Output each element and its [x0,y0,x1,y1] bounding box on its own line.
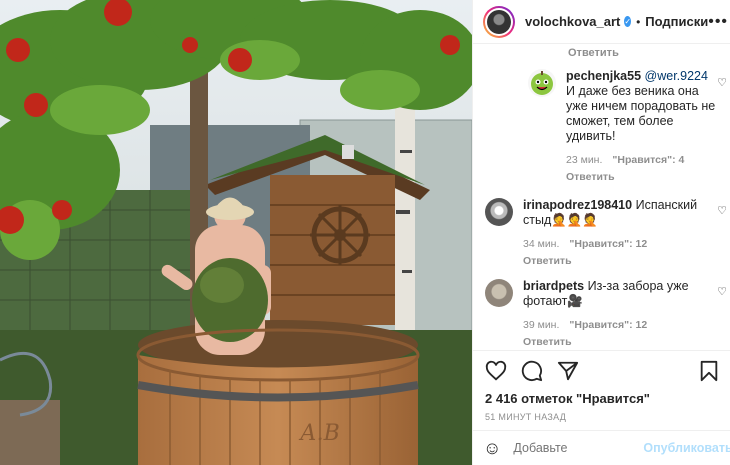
like-comment-heart-icon[interactable]: ♡ [717,204,727,217]
comment-item: pechenjka55 @wer.9224 И даже без веника … [528,69,718,185]
comment-username[interactable]: pechenjka55 [566,69,641,83]
following-button[interactable]: Подписки [645,14,708,29]
tub-inscription: А.В [298,421,340,446]
likes-count[interactable]: 2 416 отметок "Нравится" [485,391,719,406]
comment-text: И даже без веника она уже ничем порадова… [566,84,716,143]
post-photo[interactable]: А.В [0,0,472,465]
like-comment-heart-icon[interactable]: ♡ [717,76,727,89]
comments-list: Ответить pechenjka55 @wer.9224 И даже бе… [473,44,730,350]
comment-mention[interactable]: @wer.9224 [645,69,708,83]
verified-badge-icon: ✓ [624,16,632,27]
author-avatar[interactable] [483,5,515,38]
comment-input[interactable] [513,441,644,455]
share-send-icon[interactable] [557,360,579,382]
reply-button[interactable]: Ответить [568,47,619,59]
post-sidebar: volochkova_art ✓ • Подписки ••• Ответить… [472,0,730,465]
emoji-picker-icon[interactable]: ☺ [483,438,501,459]
like-comment-heart-icon[interactable]: ♡ [717,285,727,298]
reply-button[interactable]: Ответить [523,254,715,269]
comment-avatar[interactable] [485,198,513,226]
comment-avatar[interactable] [485,279,513,307]
comment-likes[interactable]: "Нравится": 4 [612,154,684,166]
post-timestamp[interactable]: 51 МИНУТ НАЗАД [485,412,719,422]
reply-button[interactable]: Ответить [566,170,718,185]
more-options-icon[interactable]: ••• [708,13,728,31]
comment-composer: ☺ Опубликовать [473,430,730,465]
post-header: volochkova_art ✓ • Подписки ••• [473,0,730,44]
comment-likes[interactable]: "Нравится": 12 [569,238,647,250]
apple-icon [531,71,553,95]
comment-likes[interactable]: "Нравится": 12 [569,319,647,331]
comment-username[interactable]: briardpets [523,279,584,293]
comment-time[interactable]: 23 мин. [566,154,602,166]
comment-item: irinapodrez198410 Испанский стыд🤦🤦🤦 34 м… [485,198,715,269]
publish-button[interactable]: Опубликовать [643,441,730,455]
comment-username[interactable]: irinapodrez198410 [523,198,632,212]
like-heart-icon[interactable] [485,360,507,382]
comment-time[interactable]: 39 мин. [523,319,559,331]
author-username[interactable]: volochkova_art [525,14,620,29]
comment-avatar[interactable] [528,69,556,97]
photo-illustration: А.В [0,0,472,465]
comment-item: briardpets Из-за забора уже фотают🎥 39 м… [485,279,715,350]
bookmark-icon[interactable] [699,360,719,382]
header-separator: • [636,14,641,29]
comment-bubble-icon[interactable] [521,360,543,382]
comment-time[interactable]: 34 мин. [523,238,559,250]
reply-button[interactable]: Ответить [523,335,715,350]
